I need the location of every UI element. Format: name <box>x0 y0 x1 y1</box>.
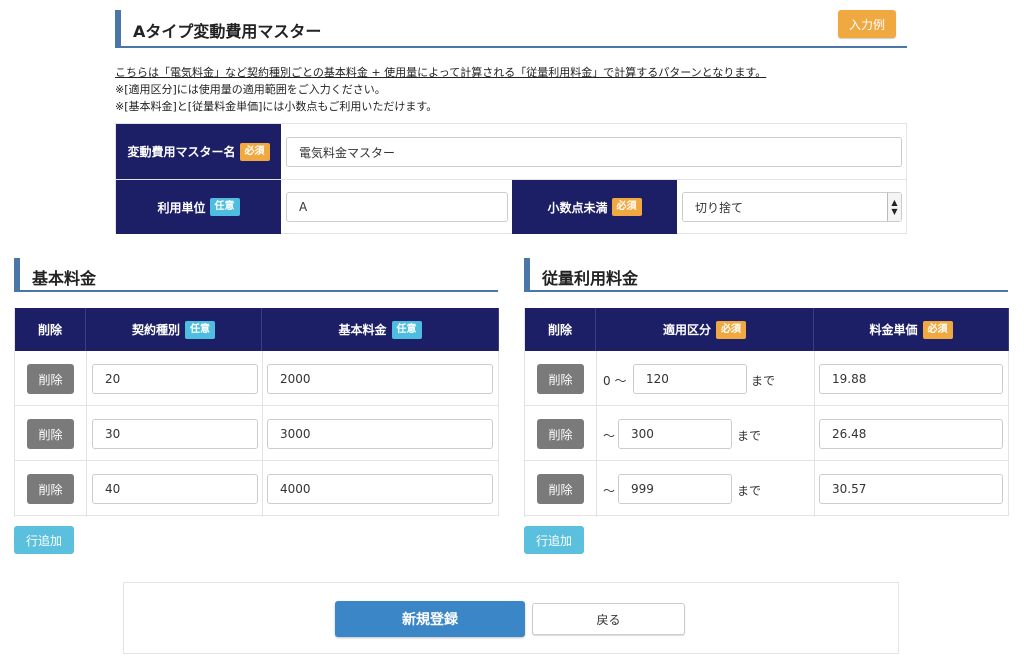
contract-input[interactable]: 20 <box>92 364 258 394</box>
contract-input[interactable]: 30 <box>92 419 258 449</box>
header-accent <box>115 10 121 46</box>
section-accent <box>14 258 20 290</box>
range-to-input[interactable]: 999 <box>618 474 732 504</box>
unit-price-input[interactable]: 30.57 <box>819 474 1003 504</box>
basic-fee-input[interactable]: 2000 <box>267 364 493 394</box>
required-badge: 必須 <box>922 320 953 339</box>
basic-fee-input[interactable]: 4000 <box>267 474 493 504</box>
col-header-delete: 削除 <box>15 308 86 351</box>
description-line-3: ※[基本料金]と[従量料金単価]には小数点もご利用いただけます。 <box>115 100 438 113</box>
range-to-input[interactable]: 120 <box>633 364 747 394</box>
master-name-input[interactable]: 電気料金マスター <box>286 137 902 167</box>
delete-row-button[interactable]: 削除 <box>27 364 74 394</box>
master-name-label: 変動費用マスター名 <box>127 145 236 159</box>
table-row: 削除 〜 999 まで 30.57 <box>525 461 1009 516</box>
basic-fee-input[interactable]: 3000 <box>267 419 493 449</box>
master-name-label-cell: 変動費用マスター名 必須 <box>116 124 281 179</box>
column-divider <box>596 351 597 517</box>
range-to-input[interactable]: 300 <box>618 419 732 449</box>
unit-price-input[interactable]: 26.48 <box>819 419 1003 449</box>
description-line-2: ※[適用区分]には使用量の適用範囲をご入力ください。 <box>115 83 386 96</box>
table-row: 削除 20 2000 <box>15 351 499 406</box>
contract-header-label: 契約種別 <box>131 323 180 337</box>
range-header-label: 適用区分 <box>662 323 711 337</box>
range-suffix-text: まで <box>737 484 762 498</box>
contract-input[interactable]: 40 <box>92 474 258 504</box>
description-line-1: こちらは「電気料金」など契約種別ごとの基本料金 + 使用量によって計算される「従… <box>115 66 767 79</box>
usage-fee-header: 従量利用料金 <box>524 258 1008 292</box>
register-button[interactable]: 新規登録 <box>335 601 525 637</box>
basic-fee-header-label: 基本料金 <box>338 323 387 337</box>
range-from-text: 0 〜 <box>603 374 627 388</box>
col-header-contract: 契約種別 任意 <box>86 308 262 351</box>
decimal-select-value: 切り捨て <box>695 200 744 215</box>
decimal-select[interactable]: 切り捨て ▲ ▼ <box>682 192 902 222</box>
page-header: Aタイプ変動費用マスター <box>115 10 907 48</box>
page-title: Aタイプ変動費用マスター <box>133 22 322 41</box>
required-badge: 必須 <box>239 142 270 161</box>
table-row: 削除 〜 300 まで 26.48 <box>525 406 1009 461</box>
unit-label-cell: 利用単位 任意 <box>116 180 281 234</box>
decimal-label-cell: 小数点未満 必須 <box>512 180 677 234</box>
unit-price-header-label: 料金単価 <box>869 323 918 337</box>
column-divider <box>814 351 815 517</box>
basic-fee-table: 削除 契約種別 任意 基本料金 任意 削除 20 2000 削除 30 3000… <box>14 308 499 517</box>
optional-badge: 任意 <box>185 320 215 339</box>
delete-row-button[interactable]: 削除 <box>537 474 584 504</box>
optional-badge: 任意 <box>209 198 240 216</box>
range-suffix-text: まで <box>751 374 776 388</box>
required-badge: 必須 <box>716 320 746 339</box>
delete-row-button[interactable]: 削除 <box>537 419 584 449</box>
unit-price-input[interactable]: 19.88 <box>819 364 1003 394</box>
col-header-delete: 削除 <box>525 308 596 351</box>
unit-input[interactable]: A <box>286 192 508 222</box>
range-suffix-text: まで <box>737 429 762 443</box>
col-header-basic-fee: 基本料金 任意 <box>262 308 499 351</box>
table-row: 削除 0 〜 120 まで 19.88 <box>525 351 1009 406</box>
add-row-button-basic[interactable]: 行追加 <box>14 526 74 554</box>
basic-fee-title: 基本料金 <box>32 269 97 288</box>
range-from-text: 〜 <box>603 484 616 498</box>
example-button[interactable]: 入力例 <box>838 10 896 38</box>
master-form: 変動費用マスター名 必須 電気料金マスター 利用単位 任意 A 小数点未満 必須… <box>115 123 907 234</box>
decimal-label: 小数点未満 <box>547 200 608 215</box>
table-row: 削除 30 3000 <box>15 406 499 461</box>
usage-fee-table: 削除 適用区分 必須 料金単価 必須 削除 0 〜 120 まで 19.88 削… <box>524 308 1009 517</box>
column-divider <box>262 351 263 517</box>
delete-row-button[interactable]: 削除 <box>27 419 74 449</box>
delete-row-button[interactable]: 削除 <box>537 364 584 394</box>
section-accent <box>524 258 530 290</box>
range-from-text: 〜 <box>603 429 616 443</box>
delete-row-button[interactable]: 削除 <box>27 474 74 504</box>
back-button[interactable]: 戻る <box>532 603 685 635</box>
usage-fee-title: 従量利用料金 <box>542 269 639 288</box>
col-header-unit-price: 料金単価 必須 <box>814 308 1009 351</box>
select-arrow-icon[interactable]: ▲ ▼ <box>887 193 901 221</box>
basic-fee-header: 基本料金 <box>14 258 498 292</box>
table-row: 削除 40 4000 <box>15 461 499 516</box>
col-header-range: 適用区分 必須 <box>596 308 814 351</box>
unit-label: 利用単位 <box>157 200 206 215</box>
optional-badge: 任意 <box>391 320 422 339</box>
add-row-button-usage[interactable]: 行追加 <box>524 526 584 554</box>
required-badge: 必須 <box>611 198 642 216</box>
column-divider <box>86 351 87 517</box>
